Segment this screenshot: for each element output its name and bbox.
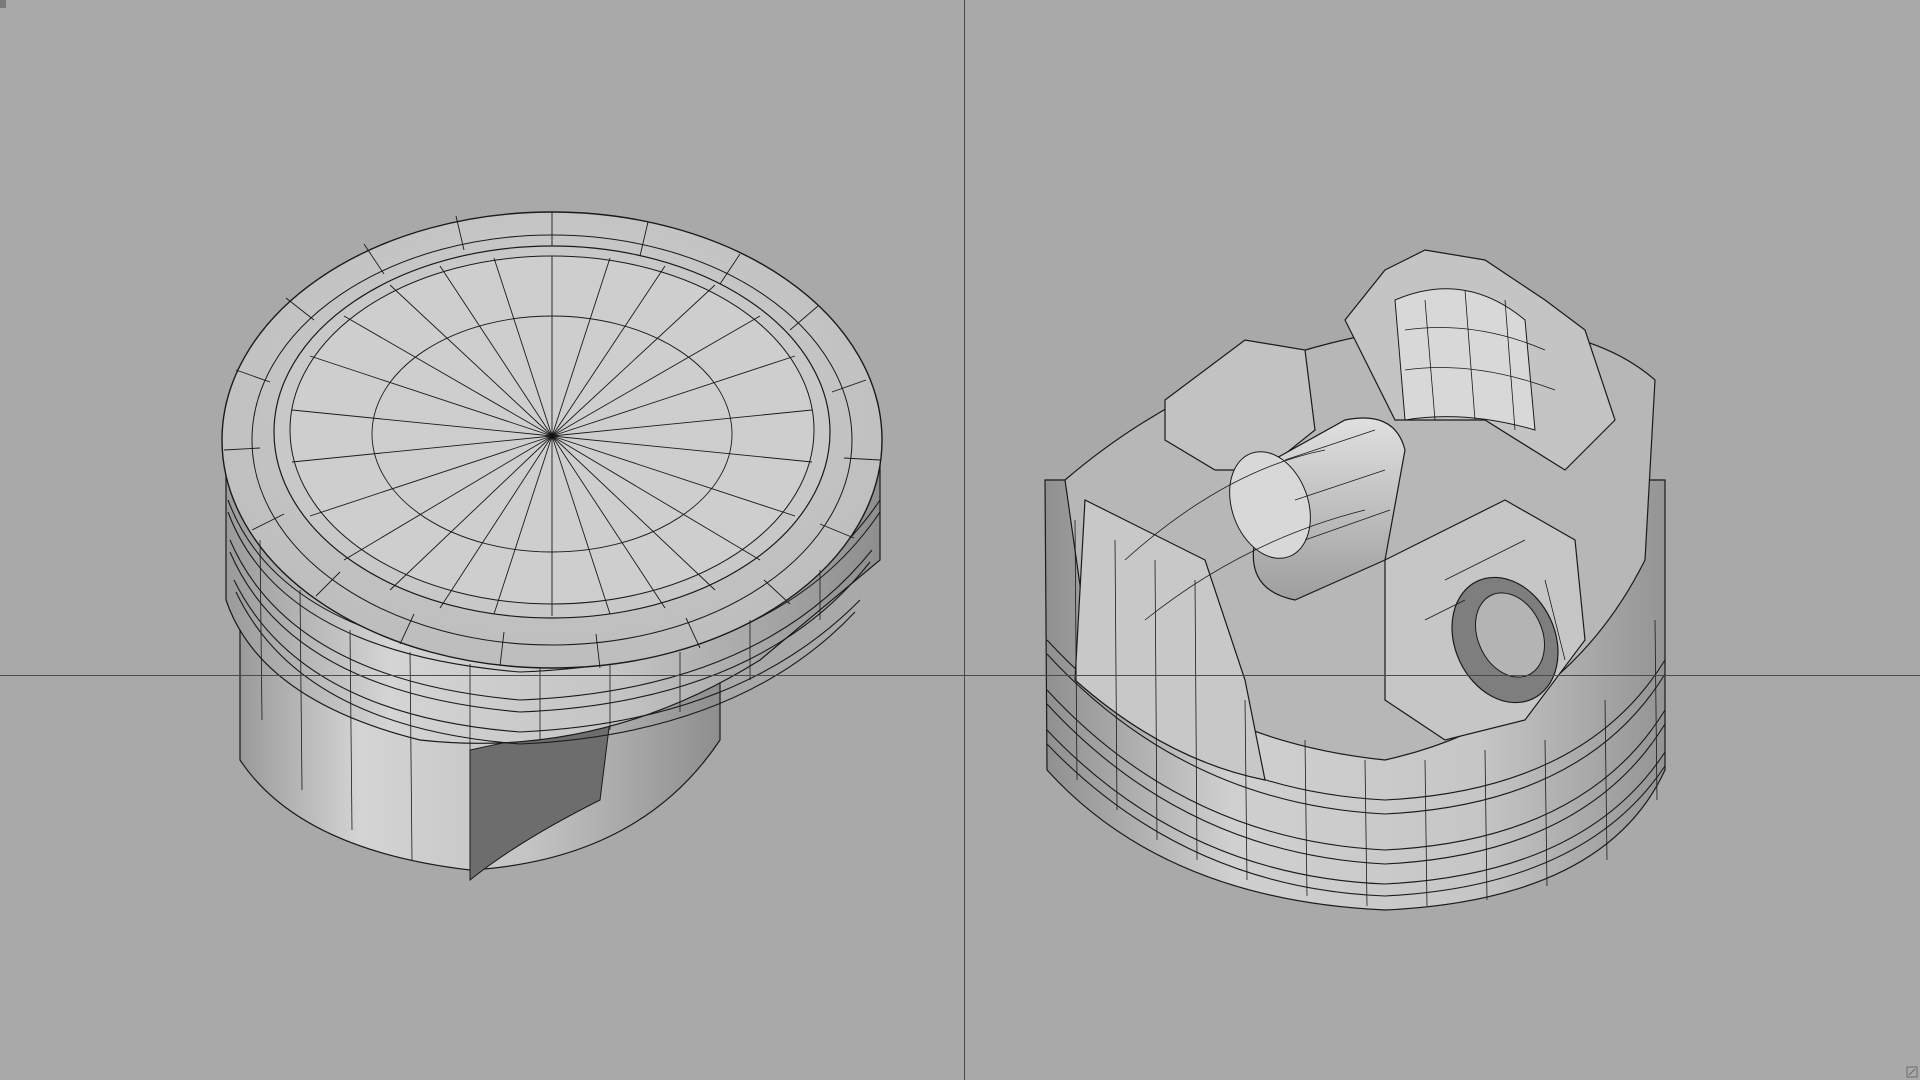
viewport-right[interactable] — [965, 0, 1920, 1080]
piston-top-model — [221, 211, 883, 882]
dish-center-pole — [549, 433, 555, 439]
viewport-divider-vertical[interactable] — [964, 0, 965, 1080]
piston-underside-model — [1044, 249, 1666, 911]
viewport-left[interactable] — [0, 0, 964, 1080]
viewport-menu-icon[interactable] — [0, 0, 14, 10]
axis-gizmo-icon[interactable] — [1906, 1066, 1918, 1078]
app-window — [0, 0, 1920, 1080]
viewport-divider-horizontal — [0, 675, 1920, 676]
